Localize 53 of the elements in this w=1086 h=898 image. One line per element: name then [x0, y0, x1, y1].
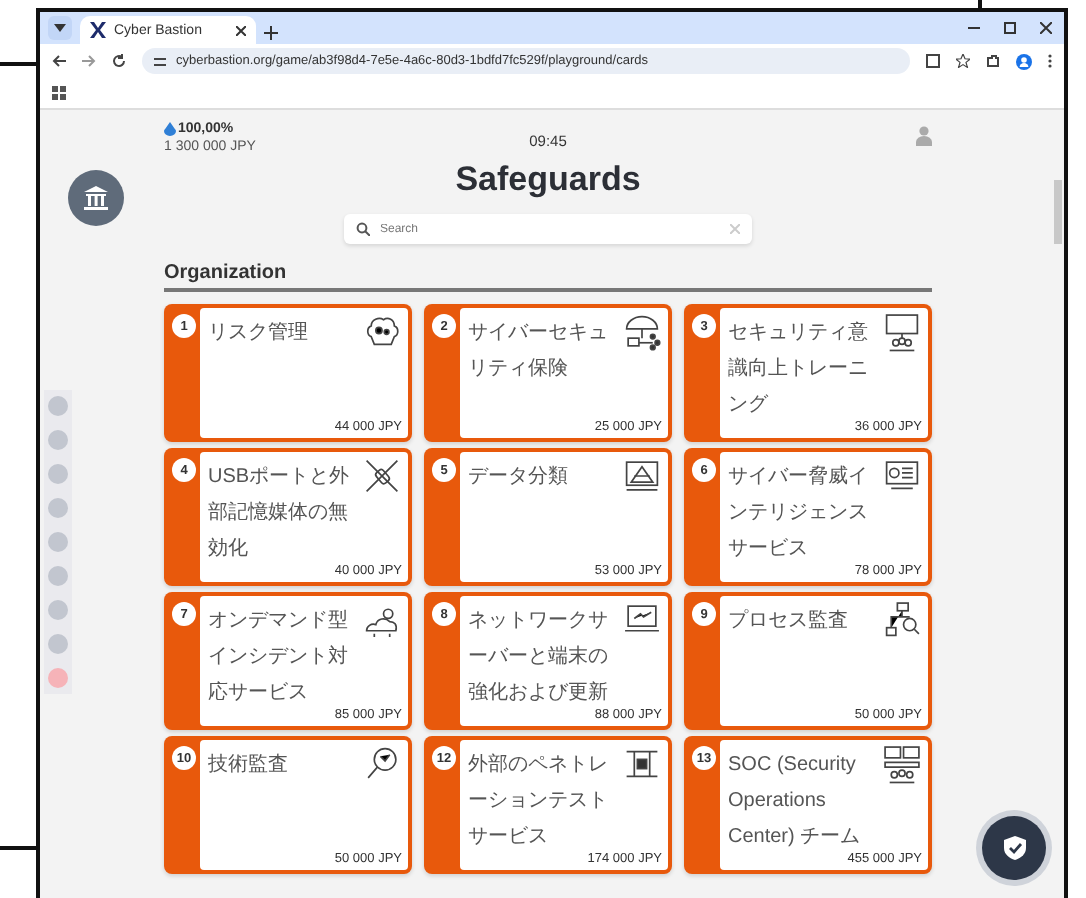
card-title: USBポートと外部記憶媒体の無効化: [208, 466, 350, 560]
card-title: オンデマンド型インシデント対応サービス: [208, 610, 348, 704]
logo-icon: [90, 22, 106, 38]
page-title: Safeguards: [453, 160, 643, 200]
card-title: 技術監査: [208, 754, 288, 776]
step-dot[interactable]: [48, 430, 68, 450]
card-title: データ分類: [468, 466, 568, 488]
bank-button[interactable]: [68, 170, 124, 226]
step-dot[interactable]: [48, 668, 68, 688]
step-dot[interactable]: [48, 634, 68, 654]
card-title: ネットワークサーバーと端末の強化および更新: [468, 610, 608, 704]
monitors-people-icon: [882, 744, 922, 784]
card-title: プロセス監査: [728, 610, 848, 632]
card-title: 外部のペネトレーションテストサービス: [468, 754, 608, 848]
close-icon[interactable]: [236, 25, 246, 35]
site-settings-icon[interactable]: [154, 55, 166, 67]
back-icon[interactable]: [52, 54, 66, 68]
star-icon[interactable]: [956, 54, 970, 68]
apps-icon[interactable]: [52, 86, 66, 100]
step-dot[interactable]: [48, 600, 68, 620]
monitor-people-icon: [882, 312, 922, 352]
card-title: セキュリティ意識向上トレーニング: [728, 322, 868, 416]
extensions-icon[interactable]: [986, 54, 1000, 68]
close-icon[interactable]: [1040, 22, 1052, 34]
drop-icon: [164, 122, 176, 136]
new-tab-icon[interactable]: [264, 26, 278, 40]
forward-icon[interactable]: [82, 54, 96, 68]
profile-icon[interactable]: [1016, 53, 1032, 69]
step-dot[interactable]: [48, 464, 68, 484]
search-icon: [356, 222, 370, 236]
umbrella-icon: [622, 312, 662, 352]
caret-icon: [54, 24, 66, 32]
bank-icon: [82, 184, 110, 212]
tab-menu-button[interactable]: [48, 16, 72, 40]
card-title: SOC (Security Operations Center) チーム: [728, 754, 861, 848]
flowchart-icon: [882, 600, 922, 640]
minimize-icon[interactable]: [968, 22, 980, 34]
maximize-icon[interactable]: [1004, 22, 1016, 34]
card-title: リスク管理: [208, 322, 308, 344]
card-title: サイバー脅威インテリジェンスサービス: [728, 466, 868, 560]
step-dot[interactable]: [48, 498, 68, 518]
shield-icon: [1003, 836, 1025, 860]
shield-button[interactable]: [982, 816, 1046, 880]
step-dot[interactable]: [48, 396, 68, 416]
section-heading: Organization: [164, 262, 932, 292]
scrollbar-thumb[interactable]: [1054, 180, 1062, 244]
step-dot[interactable]: [48, 532, 68, 552]
reload-icon[interactable]: [112, 54, 126, 68]
crossed-plug-icon: [362, 456, 402, 496]
magnifier-icon: [362, 744, 402, 784]
card-title: サイバーセキュリティ保険: [468, 322, 608, 380]
step-dot[interactable]: [48, 566, 68, 586]
easel-icon: [622, 456, 662, 496]
